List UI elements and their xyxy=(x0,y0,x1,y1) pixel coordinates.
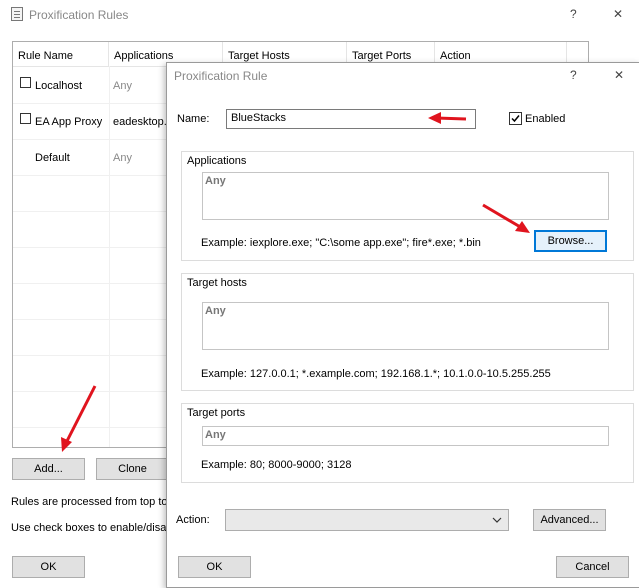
dialog-title: Proxification Rule xyxy=(174,69,268,83)
dialog-ok-button[interactable]: OK xyxy=(178,556,251,578)
applications-group-title: Applications xyxy=(187,155,247,167)
dialog-cancel-button[interactable]: Cancel xyxy=(556,556,629,578)
dialog-close-button[interactable]: ✕ xyxy=(614,68,624,82)
chevron-down-icon xyxy=(492,517,502,523)
target-ports-value: Any xyxy=(205,429,226,441)
column-rule-name[interactable]: Rule Name xyxy=(13,42,109,66)
main-help-button[interactable]: ? xyxy=(570,7,577,21)
dialog-help-button[interactable]: ? xyxy=(570,68,577,82)
target-hosts-group-title: Target hosts xyxy=(187,277,247,289)
action-select[interactable] xyxy=(225,509,509,531)
action-label: Action: xyxy=(176,514,210,526)
proxification-rule-dialog: Proxification Rule ? ✕ Name: BlueStacks … xyxy=(166,62,639,588)
rule-applications: eadesktop. xyxy=(113,116,167,128)
name-label: Name: xyxy=(177,113,210,125)
applications-input[interactable]: Any xyxy=(202,172,609,220)
main-window-title: Proxification Rules xyxy=(29,8,129,22)
applications-example: Example: iexplore.exe; "C:\some app.exe"… xyxy=(201,237,481,249)
main-close-button[interactable]: ✕ xyxy=(613,7,623,21)
rule-name: EA App Proxy xyxy=(35,116,103,128)
applications-group: Applications Any Example: iexplore.exe; … xyxy=(181,151,634,261)
target-hosts-input[interactable]: Any xyxy=(202,302,609,350)
name-input[interactable]: BlueStacks xyxy=(226,109,476,129)
enabled-checkbox[interactable] xyxy=(509,112,522,125)
rule-applications: Any xyxy=(113,80,132,92)
applications-value: Any xyxy=(205,175,226,187)
browse-button[interactable]: Browse... xyxy=(534,230,607,252)
target-ports-group-title: Target ports xyxy=(187,407,246,419)
rule-enabled-checkbox[interactable] xyxy=(20,77,31,88)
target-ports-group: Target ports Any Example: 80; 8000-9000;… xyxy=(181,403,634,483)
rule-applications: Any xyxy=(113,152,132,164)
rule-name: Localhost xyxy=(35,80,83,92)
rule-enabled-checkbox[interactable] xyxy=(20,113,31,124)
advanced-button[interactable]: Advanced... xyxy=(533,509,606,531)
target-ports-example: Example: 80; 8000-9000; 3128 xyxy=(201,459,352,471)
checkmark-icon xyxy=(511,115,520,123)
main-ok-button[interactable]: OK xyxy=(12,556,85,578)
add-rule-button[interactable]: Add... xyxy=(12,458,85,480)
target-ports-input[interactable]: Any xyxy=(202,426,609,446)
info-text-checkboxes: Use check boxes to enable/disab xyxy=(11,522,173,534)
rule-name: Default xyxy=(35,152,70,164)
name-input-value: BlueStacks xyxy=(231,112,287,124)
info-text-processing: Rules are processed from top to xyxy=(11,496,168,508)
window-icon xyxy=(11,7,23,21)
clone-rule-button[interactable]: Clone xyxy=(96,458,169,480)
target-hosts-example: Example: 127.0.0.1; *.example.com; 192.1… xyxy=(201,368,551,380)
enabled-label: Enabled xyxy=(525,113,566,125)
target-hosts-group: Target hosts Any Example: 127.0.0.1; *.e… xyxy=(181,273,634,391)
target-hosts-value: Any xyxy=(205,305,226,317)
